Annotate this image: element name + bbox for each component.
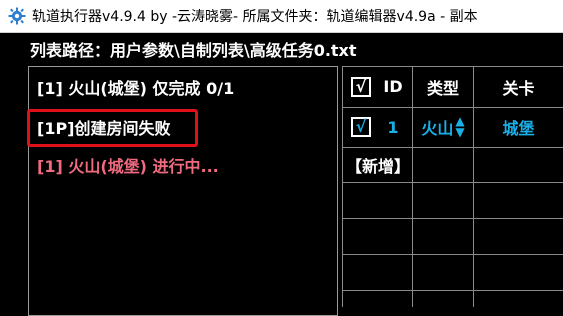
column-header-type[interactable]: 类型 [413,66,473,107]
row-type-select[interactable]: 火山 ▲ ▼ [413,107,473,147]
column-header-id[interactable]: ID [374,66,412,107]
task-status-running[interactable]: [1] 火山(城堡) 进行中... [37,151,219,179]
row-checkbox[interactable]: √ [351,117,371,137]
checkbox-header[interactable]: √ [351,76,371,97]
gear-icon [8,7,26,25]
list-path: 列表路径：用户参数\自制列表\高级任务0.txt [30,41,357,60]
task-status-done[interactable]: [1] 火山(城堡) 仅完成 0/1 [37,73,234,101]
title-bar: 轨道执行器v4.9.4 by -云涛晓雾- 所属文件夹：轨道编辑器v4.9a -… [0,0,563,33]
row-checkbox-cell[interactable]: √ [348,107,374,147]
window-title: 轨道执行器v4.9.4 by -云涛晓雾- 所属文件夹：轨道编辑器v4.9a -… [32,9,478,25]
select-all-checkbox[interactable]: √ [348,66,374,107]
triangle-down-icon[interactable]: ▼ [455,126,464,138]
column-header-level[interactable]: 关卡 [474,66,563,107]
add-row-button[interactable]: 【新增】 [342,147,416,182]
type-spinner[interactable]: ▲ ▼ [455,115,464,138]
row-type-value: 火山 [421,119,454,138]
task-table: √ ID 类型 关卡 √ 1 火山 ▲ ▼ 城堡 【新增】 [342,66,563,307]
error-highlight-box [27,109,198,147]
row-id[interactable]: 1 [374,107,412,147]
task-status-list[interactable]: [1] 火山(城堡) 仅完成 0/1 [1P]创建房间失败 [1] 火山(城堡)… [28,66,338,316]
row-level[interactable]: 城堡 [474,107,563,147]
